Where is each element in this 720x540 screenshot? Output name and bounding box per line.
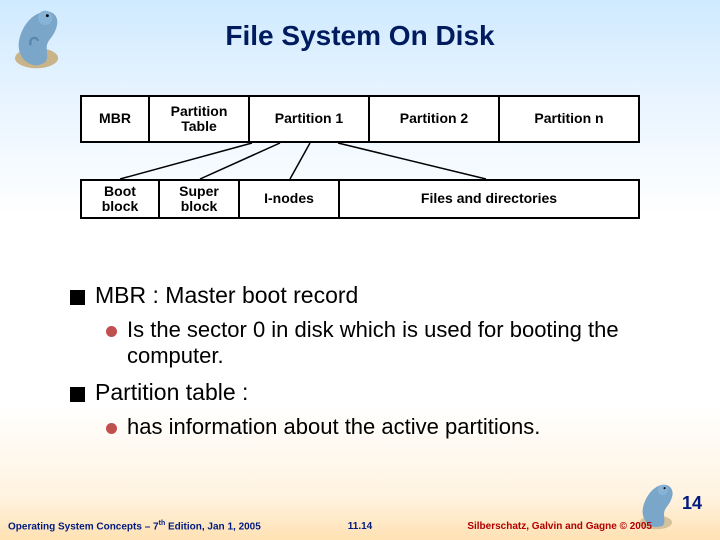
partition-table-description: has information about the active partiti… bbox=[127, 414, 540, 440]
footer-left: Operating System Concepts – 7th Edition,… bbox=[8, 520, 261, 532]
footer-center: 11.14 bbox=[348, 521, 372, 532]
diagram-cell-partition-1: Partition 1 bbox=[250, 95, 370, 143]
diagram-cell-partition-table: Partition Table bbox=[150, 95, 250, 143]
diagram-cell-inodes: I-nodes bbox=[240, 179, 340, 219]
diagram-cell-boot-block: Boot block bbox=[80, 179, 160, 219]
diagram-cell-files-directories: Files and directories bbox=[340, 179, 640, 219]
mbr-heading: MBR : Master boot record bbox=[95, 282, 358, 309]
diagram-cell-partition-n: Partition n bbox=[500, 95, 640, 143]
footer-right: Silberschatz, Galvin and Gagne © 2005 bbox=[467, 521, 652, 532]
slide-content: MBR : Master boot record Is the sector 0… bbox=[70, 282, 700, 450]
slide-footer: Operating System Concepts – 7th Edition,… bbox=[0, 520, 720, 532]
circle-bullet-icon bbox=[106, 423, 117, 434]
diagram-cell-mbr: MBR bbox=[80, 95, 150, 143]
disk-layout-diagram: MBR Partition Table Partition 1 Partitio… bbox=[80, 95, 640, 219]
diagram-cell-super-block: Super block bbox=[160, 179, 240, 219]
partition-table-heading: Partition table : bbox=[95, 379, 248, 406]
mbr-description: Is the sector 0 in disk which is used fo… bbox=[127, 317, 700, 369]
slide-title: File System On Disk bbox=[0, 20, 720, 52]
diagram-cell-partition-2: Partition 2 bbox=[370, 95, 500, 143]
square-bullet-icon bbox=[70, 387, 85, 402]
square-bullet-icon bbox=[70, 290, 85, 305]
circle-bullet-icon bbox=[106, 326, 117, 337]
